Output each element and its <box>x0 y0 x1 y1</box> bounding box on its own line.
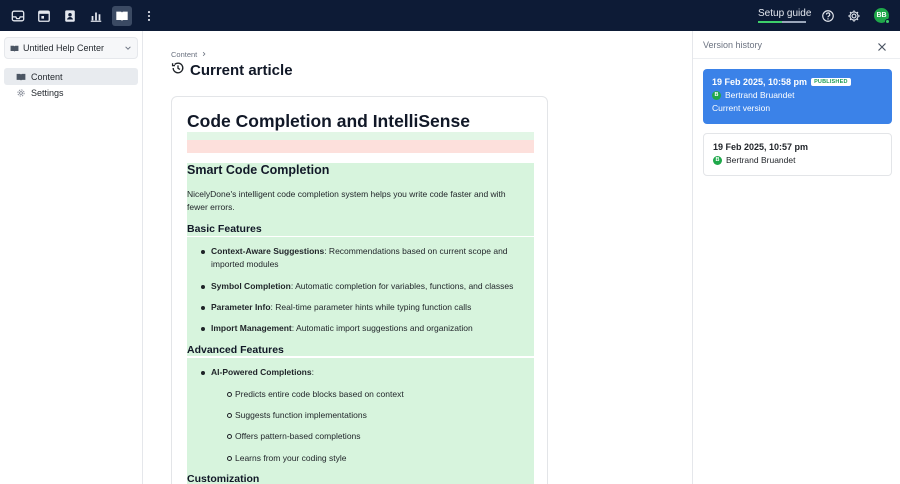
contacts-icon[interactable] <box>60 6 80 26</box>
top-bar: Setup guide BB <box>0 0 900 31</box>
article-heading: Code Completion and IntelliSense <box>187 111 470 131</box>
setup-progress-bar <box>758 21 806 23</box>
sidebar-item-label: Settings <box>31 87 64 98</box>
article-preview: Code Completion and IntelliSense Smart C… <box>171 96 548 484</box>
list-item: Symbol Completion: Automatic completion … <box>201 280 527 293</box>
divider <box>693 58 900 59</box>
list-item: Import Management: Automatic import sugg… <box>201 322 527 335</box>
page-header: Current article <box>171 61 293 80</box>
version-author: B Bertrand Bruandet <box>713 155 882 165</box>
breadcrumb-content-link[interactable]: Content <box>171 50 197 59</box>
avatar: B <box>712 90 721 100</box>
chevron-down-icon <box>124 44 132 54</box>
history-icon[interactable] <box>171 61 185 80</box>
list-item: Context-Aware Suggestions: Recommendatio… <box>201 245 527 271</box>
setup-progress-fill <box>758 21 782 23</box>
online-status-dot <box>885 19 890 24</box>
more-vertical-icon[interactable] <box>139 6 159 26</box>
list-item: Learns from your coding style <box>227 452 525 465</box>
sidebar: Untitled Help Center Content Settings <box>0 31 143 484</box>
sidebar-item-content[interactable]: Content <box>4 68 138 85</box>
version-author: B Bertrand Bruandet <box>712 90 883 100</box>
list-item: Parameter Info: Real-time parameter hint… <box>201 301 527 314</box>
gear-icon[interactable] <box>844 6 864 26</box>
avatar-initials: BB <box>876 12 887 19</box>
gear-icon <box>16 88 26 98</box>
version-date: 19 Feb 2025, 10:57 pm <box>713 142 809 152</box>
knowledge-base-icon[interactable] <box>112 6 132 26</box>
status-badge: PUBLISHED <box>811 78 851 86</box>
list-item: AI-Powered Completions: <box>201 366 527 379</box>
close-icon[interactable] <box>877 39 887 51</box>
avatar: B <box>713 155 722 165</box>
sidebar-item-label: Content <box>31 71 63 82</box>
chevron-right-icon <box>201 50 207 59</box>
panel-title: Version history <box>703 40 763 50</box>
list-item: Predicts entire code blocks based on con… <box>227 388 525 401</box>
version-item[interactable]: 19 Feb 2025, 10:57 pm B Bertrand Bruande… <box>703 133 892 176</box>
list-item: Suggests function implementations <box>227 409 525 422</box>
help-icon[interactable] <box>818 6 838 26</box>
inbox-icon[interactable] <box>8 6 28 26</box>
avatar[interactable]: BB <box>874 8 890 24</box>
sidebar-item-settings[interactable]: Settings <box>4 84 138 101</box>
book-icon <box>16 72 26 82</box>
breadcrumb: Content <box>171 50 207 59</box>
diff-removed-block <box>187 132 534 153</box>
subsection-heading: Customization <box>187 473 260 484</box>
intro-paragraph: NicelyDone's intelligent code completion… <box>187 189 506 212</box>
list-item: Offers pattern-based completions <box>227 430 525 443</box>
version-date: 19 Feb 2025, 10:58 pm PUBLISHED <box>712 77 883 87</box>
help-center-name: Untitled Help Center <box>23 43 105 53</box>
section-heading: Smart Code Completion <box>187 163 330 177</box>
subsection-heading: Advanced Features <box>187 344 284 356</box>
subsection-heading: Basic Features <box>187 223 262 235</box>
version-status: Current version <box>712 103 771 113</box>
page-title: Current article <box>190 62 293 79</box>
help-center-selector[interactable]: Untitled Help Center <box>4 37 138 59</box>
setup-guide-link[interactable]: Setup guide <box>758 8 811 19</box>
reports-icon[interactable] <box>86 6 106 26</box>
version-history-panel: Version history 19 Feb 2025, 10:58 pm PU… <box>692 31 900 484</box>
book-icon <box>10 44 19 53</box>
calendar-icon[interactable] <box>34 6 54 26</box>
version-item-current[interactable]: 19 Feb 2025, 10:58 pm PUBLISHED B Bertra… <box>703 69 892 124</box>
